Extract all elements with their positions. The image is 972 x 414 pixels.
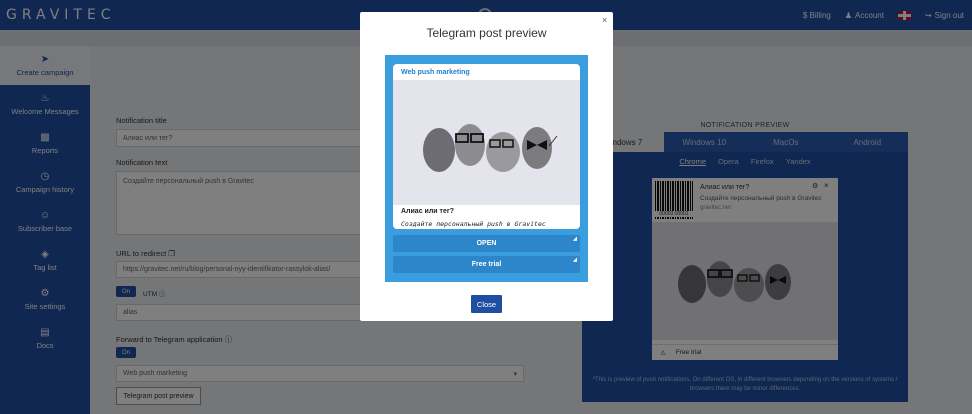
telegram-post-frame: Web push marketing Алиас или тег? Создай… <box>385 55 588 282</box>
telegram-post-card: Web push marketing Алиас или тег? Создай… <box>393 64 580 229</box>
telegram-preview-modal: Telegram post preview × Web push marketi… <box>360 12 613 321</box>
telegram-post-image <box>393 80 580 205</box>
external-link-icon: ◢ <box>573 257 577 263</box>
modal-close-button[interactable]: Close <box>471 295 502 313</box>
pebbles-image <box>423 124 558 172</box>
modal-close-icon[interactable]: × <box>602 15 607 25</box>
telegram-post-title: Алиас или тег? <box>401 208 455 215</box>
telegram-open-button[interactable]: OPEN ◢ <box>393 235 580 252</box>
telegram-free-trial-button[interactable]: Free trial ◢ <box>393 256 580 273</box>
modal-title: Telegram post preview <box>426 26 547 40</box>
open-button-label: OPEN <box>476 240 497 247</box>
telegram-channel-name: Web push marketing <box>401 69 470 76</box>
external-link-icon: ◢ <box>573 236 577 242</box>
free-trial-button-label: Free trial <box>471 261 502 268</box>
telegram-post-text: Создайте персональный push в Gravitec <box>401 220 546 228</box>
